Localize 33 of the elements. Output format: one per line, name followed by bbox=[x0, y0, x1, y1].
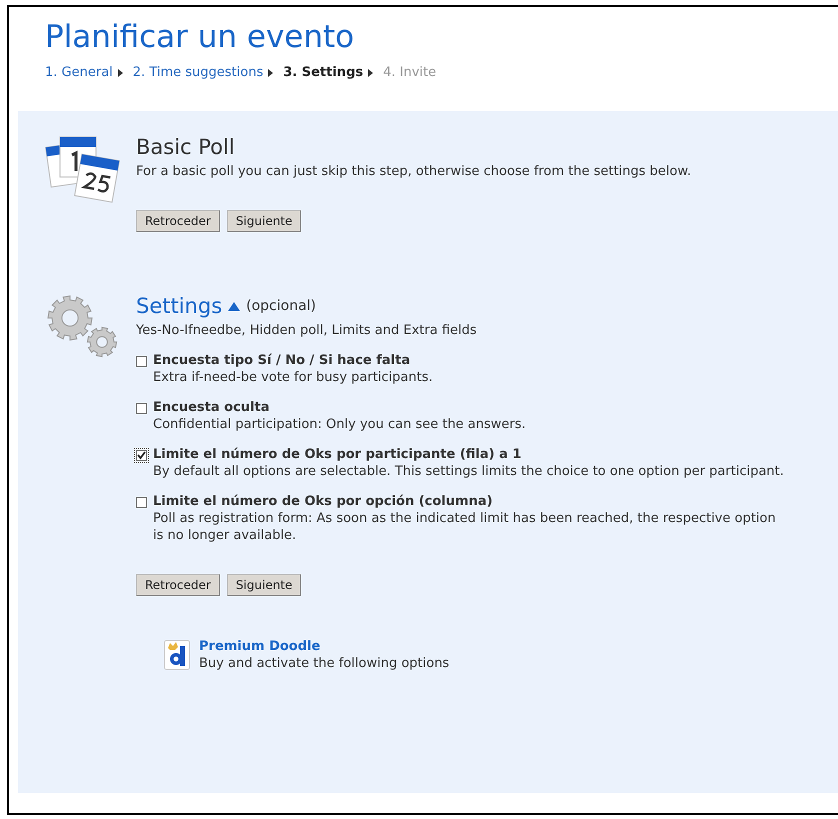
step-link[interactable]: 1. General bbox=[45, 65, 113, 80]
step-link: 4. Invite bbox=[383, 65, 436, 80]
option-label[interactable]: Encuesta oculta bbox=[153, 399, 526, 416]
option-label[interactable]: Limite el número de Oks por opción (columna) bbox=[153, 493, 788, 510]
nav-button[interactable]: Retroceder bbox=[136, 210, 220, 232]
nav-button[interactable]: Retroceder bbox=[136, 574, 220, 596]
checkbox[interactable] bbox=[136, 403, 147, 414]
arrow-icon bbox=[118, 68, 123, 76]
section-description: Yes-No-Ifneedbe, Hidden poll, Limits and Extra fields bbox=[136, 322, 478, 339]
arrow-icon bbox=[368, 68, 374, 76]
option-description: Extra if-need-be vote for busy participants. bbox=[153, 369, 433, 386]
option-label[interactable]: Limite el número de Oks por participante (fila) a 1 bbox=[153, 446, 784, 463]
section-heading: Basic Poll bbox=[136, 134, 236, 161]
checkbox[interactable] bbox=[136, 497, 147, 508]
option-description: Poll as registration form: As soon as the indicated limit has been reached, the respective option is no longer available. bbox=[153, 510, 777, 544]
checkbox[interactable] bbox=[136, 356, 147, 367]
premium-link[interactable]: Premium Doodle bbox=[199, 638, 450, 655]
nav-button[interactable]: Siguiente bbox=[226, 574, 302, 596]
option-description: By default all options are selectable. This settings limits the choice to one option per participant. bbox=[153, 463, 784, 480]
optional-label: (opcional) bbox=[246, 298, 316, 314]
premium-description: Buy and activate the following options bbox=[199, 655, 450, 672]
nav-button[interactable]: Siguiente bbox=[226, 210, 302, 232]
option-label[interactable]: Encuesta tipo Sí / No / Si hace falta bbox=[153, 352, 433, 369]
section-heading[interactable]: Settings bbox=[136, 292, 222, 320]
checkbox[interactable] bbox=[136, 450, 147, 461]
page-title: Planificar un evento bbox=[45, 18, 356, 57]
option-description: Confidential participation: Only you can see the answers. bbox=[153, 416, 526, 433]
collapse-icon[interactable] bbox=[228, 302, 240, 310]
step-link[interactable]: 3. Settings bbox=[283, 65, 364, 80]
section-description: For a basic poll you can just skip this step, otherwise choose from the settings below. bbox=[136, 163, 692, 180]
doodle-logo-icon bbox=[164, 640, 190, 670]
arrow-icon bbox=[268, 68, 274, 76]
step-link[interactable]: 2. Time suggestions bbox=[132, 65, 264, 80]
